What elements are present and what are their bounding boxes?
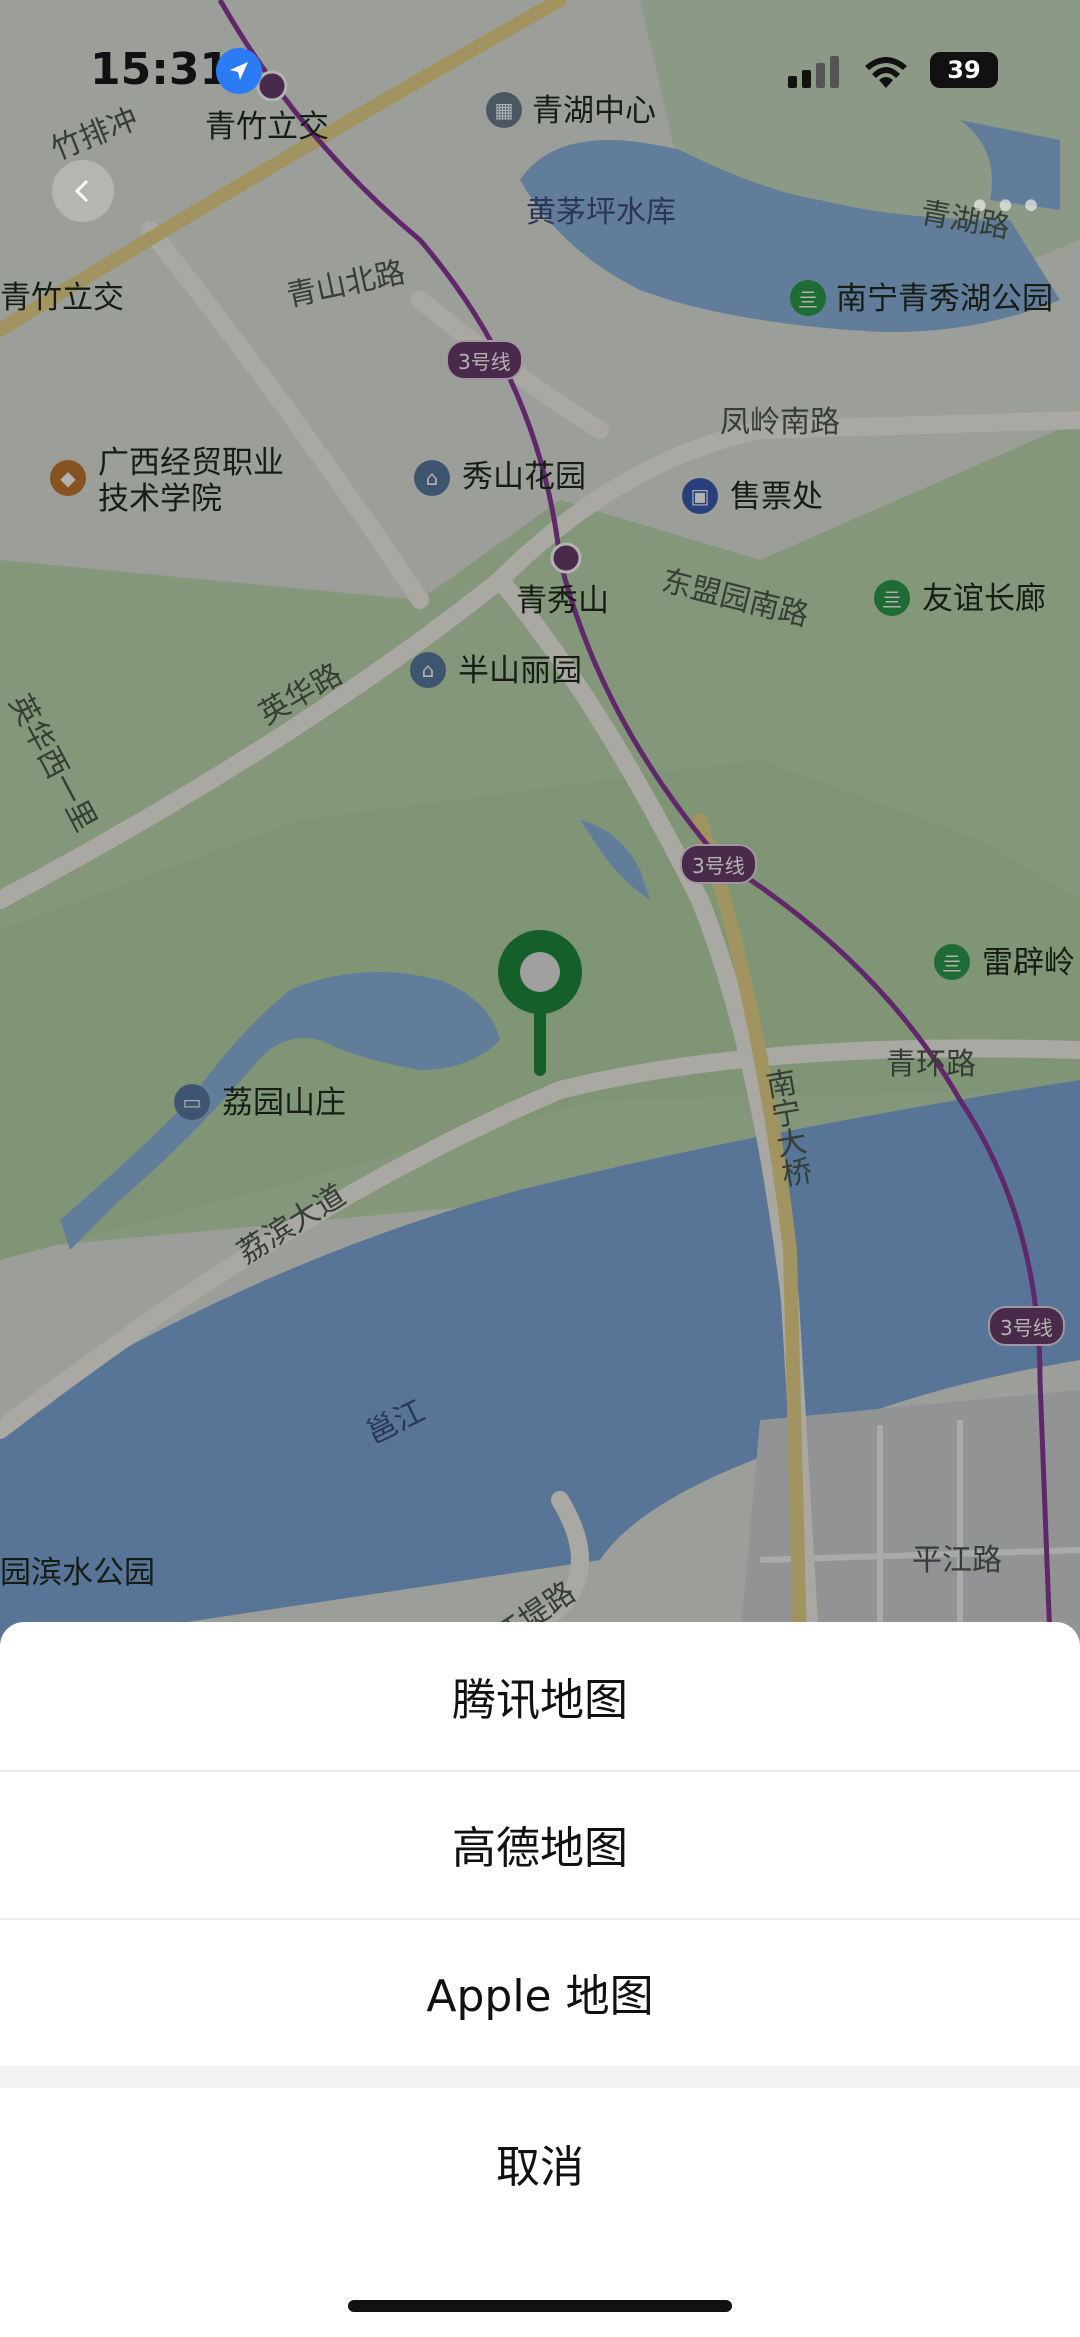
cellular-signal-icon xyxy=(788,56,839,88)
option-apple-maps[interactable]: Apple 地图 xyxy=(0,1918,1080,2066)
cancel-button[interactable]: 取消 xyxy=(0,2088,1080,2238)
chevron-left-icon xyxy=(74,179,89,203)
home-indicator[interactable] xyxy=(348,2300,732,2312)
map-app-action-sheet: 腾讯地图 高德地图 Apple 地图 取消 xyxy=(0,1622,1080,2337)
more-options-icon[interactable]: ••• xyxy=(968,184,1045,230)
section-gap xyxy=(0,2066,1080,2088)
battery-indicator: 39 xyxy=(930,52,998,88)
location-arrow-icon xyxy=(216,48,262,94)
option-tencent-maps[interactable]: 腾讯地图 xyxy=(0,1622,1080,1770)
status-bar: 15:31 39 xyxy=(0,0,1080,140)
watermark: 大眼蹭说 xyxy=(12,2310,101,2335)
wifi-icon xyxy=(865,57,907,88)
status-time: 15:31 xyxy=(90,44,231,95)
option-amap[interactable]: 高德地图 xyxy=(0,1770,1080,1918)
back-button[interactable] xyxy=(52,160,114,222)
